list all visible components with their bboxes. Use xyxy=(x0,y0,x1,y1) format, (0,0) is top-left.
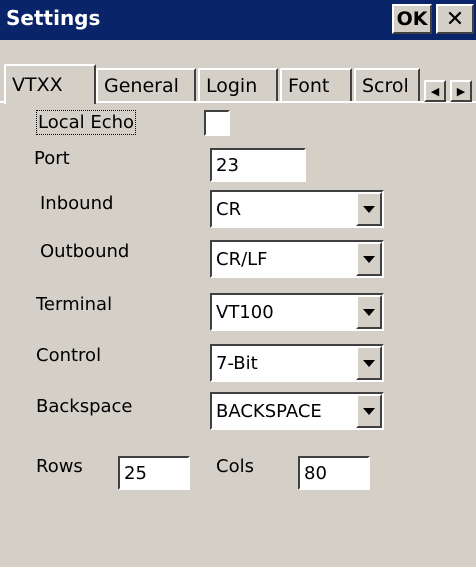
inbound-dropdown-button[interactable] xyxy=(356,192,382,226)
control-select[interactable]: 7-Bit xyxy=(210,344,384,382)
tab-scroll[interactable]: Scrol xyxy=(354,68,420,102)
tab-general[interactable]: General xyxy=(96,68,196,102)
rows-label: Rows xyxy=(36,456,83,477)
port-label: Port xyxy=(34,148,70,169)
tab-scroll-right-icon[interactable]: ▶ xyxy=(450,80,472,102)
rows-input[interactable]: 25 xyxy=(118,456,190,490)
outbound-label: Outbound xyxy=(40,241,130,262)
terminal-value: VT100 xyxy=(216,301,274,323)
outbound-select[interactable]: CR/LF xyxy=(210,240,384,278)
tab-vtxx[interactable]: VTXX xyxy=(4,64,96,104)
control-value: 7-Bit xyxy=(216,352,258,374)
tab-font[interactable]: Font xyxy=(280,68,352,102)
backspace-dropdown-button[interactable] xyxy=(356,394,382,428)
terminal-select[interactable]: VT100 xyxy=(210,293,384,331)
outbound-value: CR/LF xyxy=(216,248,268,270)
port-input[interactable]: 23 xyxy=(210,148,306,182)
window-title: Settings xyxy=(6,6,101,30)
inbound-value: CR xyxy=(216,198,242,220)
backspace-value: BACKSPACE xyxy=(216,400,322,422)
outbound-dropdown-button[interactable] xyxy=(356,242,382,276)
inbound-select[interactable]: CR xyxy=(210,190,384,228)
tab-strip: VTXX General Login Font Scrol xyxy=(0,64,476,104)
cols-label: Cols xyxy=(216,456,254,477)
chevron-down-icon xyxy=(363,407,375,415)
cols-input[interactable]: 80 xyxy=(298,456,370,490)
terminal-label: Terminal xyxy=(36,294,113,315)
local-echo-checkbox[interactable] xyxy=(204,110,230,136)
chevron-down-icon xyxy=(363,308,375,316)
control-dropdown-button[interactable] xyxy=(356,346,382,380)
close-button[interactable]: ✕ xyxy=(436,4,474,34)
chevron-down-icon xyxy=(363,205,375,213)
chevron-down-icon xyxy=(363,359,375,367)
title-bar: Settings OK ✕ xyxy=(0,0,476,40)
local-echo-label: Local Echo xyxy=(35,110,137,135)
ok-button[interactable]: OK xyxy=(392,4,432,34)
backspace-select[interactable]: BACKSPACE xyxy=(210,392,384,430)
chevron-down-icon xyxy=(363,255,375,263)
control-label: Control xyxy=(36,345,102,366)
backspace-label: Backspace xyxy=(36,396,133,417)
inbound-label: Inbound xyxy=(40,193,114,214)
terminal-dropdown-button[interactable] xyxy=(356,295,382,329)
tab-login[interactable]: Login xyxy=(198,68,278,102)
tab-scroll-left-icon[interactable]: ◀ xyxy=(424,80,446,102)
